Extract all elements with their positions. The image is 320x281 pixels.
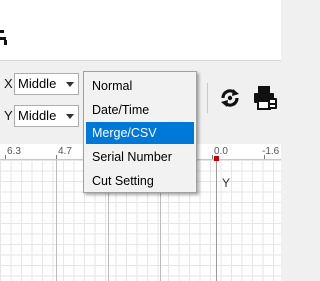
origin-marker [214, 156, 219, 161]
ruler-tick-label: 6.3 [7, 146, 21, 157]
menu-item-cut-setting[interactable]: Cut Setting [86, 170, 194, 192]
ruler-tick-label: 4.7 [58, 146, 72, 157]
x-align-select[interactable]: Middle [14, 73, 79, 95]
menu-item-serial-number[interactable]: Serial Number [86, 146, 194, 168]
x-axis-label: X [4, 76, 13, 91]
canvas-y-label: Y [222, 176, 231, 190]
ruler-tick [56, 155, 57, 159]
partial-glyph [0, 0, 12, 60]
x-align-value: Middle [18, 76, 57, 91]
menu-item-merge-csv[interactable]: Merge/CSV [86, 122, 194, 144]
refresh-icon[interactable] [218, 86, 242, 110]
top-panel [0, 0, 281, 60]
canvas-grid-line [56, 160, 57, 281]
ruler-tick [5, 155, 6, 159]
printer-settings-icon[interactable] [251, 84, 279, 112]
y-align-select[interactable]: Middle [14, 105, 79, 127]
menu-item-normal[interactable]: Normal [86, 75, 194, 97]
chevron-down-icon [66, 114, 74, 119]
field-type-dropdown-menu: Normal Date/Time Merge/CSV Serial Number… [83, 71, 197, 193]
y-align-value: Middle [18, 108, 57, 123]
y-axis-label: Y [4, 108, 13, 123]
canvas-y-axis [216, 160, 217, 281]
chevron-down-icon [66, 82, 74, 87]
ruler-tick [264, 155, 265, 159]
ruler-tick [212, 155, 213, 159]
menu-item-date-time[interactable]: Date/Time [86, 99, 194, 121]
toolbar-separator [207, 83, 208, 113]
